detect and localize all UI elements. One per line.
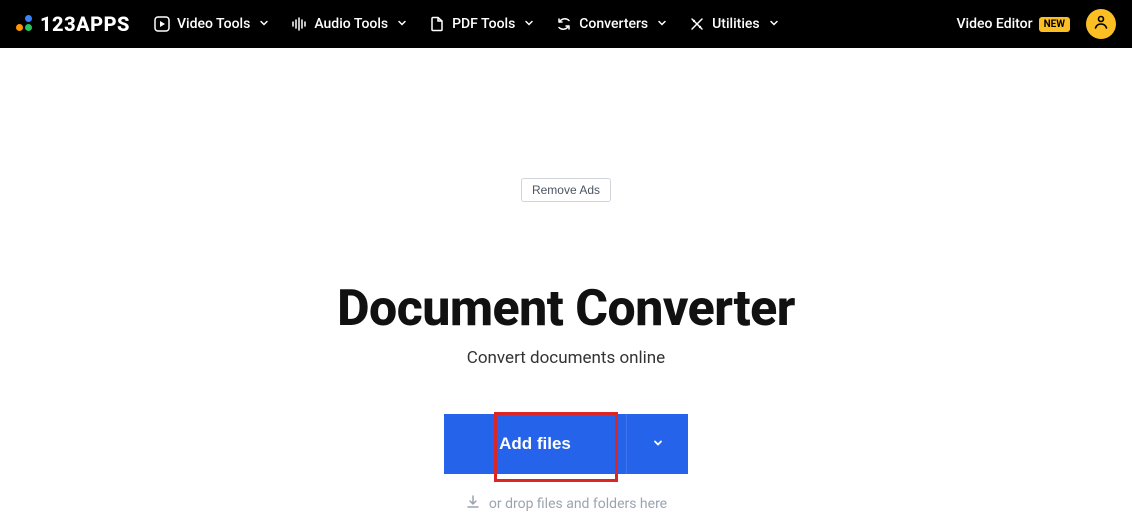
tools-icon [689, 16, 705, 32]
user-avatar[interactable] [1086, 9, 1116, 39]
chevron-down-icon [524, 16, 534, 32]
header-right: Video Editor NEW [957, 9, 1116, 39]
chevron-down-icon [652, 437, 664, 452]
nav-utilities[interactable]: Utilities [689, 16, 778, 32]
video-editor-label: Video Editor [957, 16, 1033, 32]
main-content: Remove Ads Document Converter Convert do… [0, 48, 1132, 514]
nav-label: Utilities [712, 16, 759, 32]
highlight-annotation: Add files [444, 414, 626, 474]
nav-pdf-tools[interactable]: PDF Tools [429, 16, 534, 32]
new-badge: NEW [1039, 17, 1070, 32]
page-title: Document Converter [337, 280, 795, 338]
upload-button-row: Add files [444, 414, 688, 474]
chevron-down-icon [769, 16, 779, 32]
person-icon [1092, 13, 1110, 35]
video-editor-link[interactable]: Video Editor NEW [957, 16, 1070, 32]
nav-converters[interactable]: Converters [556, 16, 667, 32]
drop-hint: or drop files and folders here [465, 494, 667, 514]
drop-hint-text: or drop files and folders here [489, 496, 667, 512]
nav-label: Audio Tools [314, 16, 388, 32]
audio-bars-icon [291, 16, 307, 32]
nav-label: Converters [579, 16, 648, 32]
logo-text: 123APPS [40, 12, 130, 36]
convert-icon [556, 16, 572, 32]
main-nav: Video Tools Audio Tools PDF Tools Conver… [154, 16, 779, 32]
download-icon [465, 494, 481, 514]
nav-label: Video Tools [177, 16, 250, 32]
add-files-button[interactable]: Add files [444, 414, 626, 474]
document-icon [429, 16, 445, 32]
nav-video-tools[interactable]: Video Tools [154, 16, 269, 32]
add-files-dropdown-button[interactable] [626, 414, 688, 474]
logo[interactable]: 123APPS [16, 12, 130, 36]
chevron-down-icon [397, 16, 407, 32]
nav-audio-tools[interactable]: Audio Tools [291, 16, 407, 32]
page-subtitle: Convert documents online [467, 348, 665, 368]
chevron-down-icon [259, 16, 269, 32]
header-bar: 123APPS Video Tools Audio Tools PDF Tool… [0, 0, 1132, 48]
play-icon [154, 16, 170, 32]
remove-ads-button[interactable]: Remove Ads [521, 178, 611, 202]
nav-label: PDF Tools [452, 16, 515, 32]
logo-dots-icon [16, 15, 34, 33]
chevron-down-icon [657, 16, 667, 32]
